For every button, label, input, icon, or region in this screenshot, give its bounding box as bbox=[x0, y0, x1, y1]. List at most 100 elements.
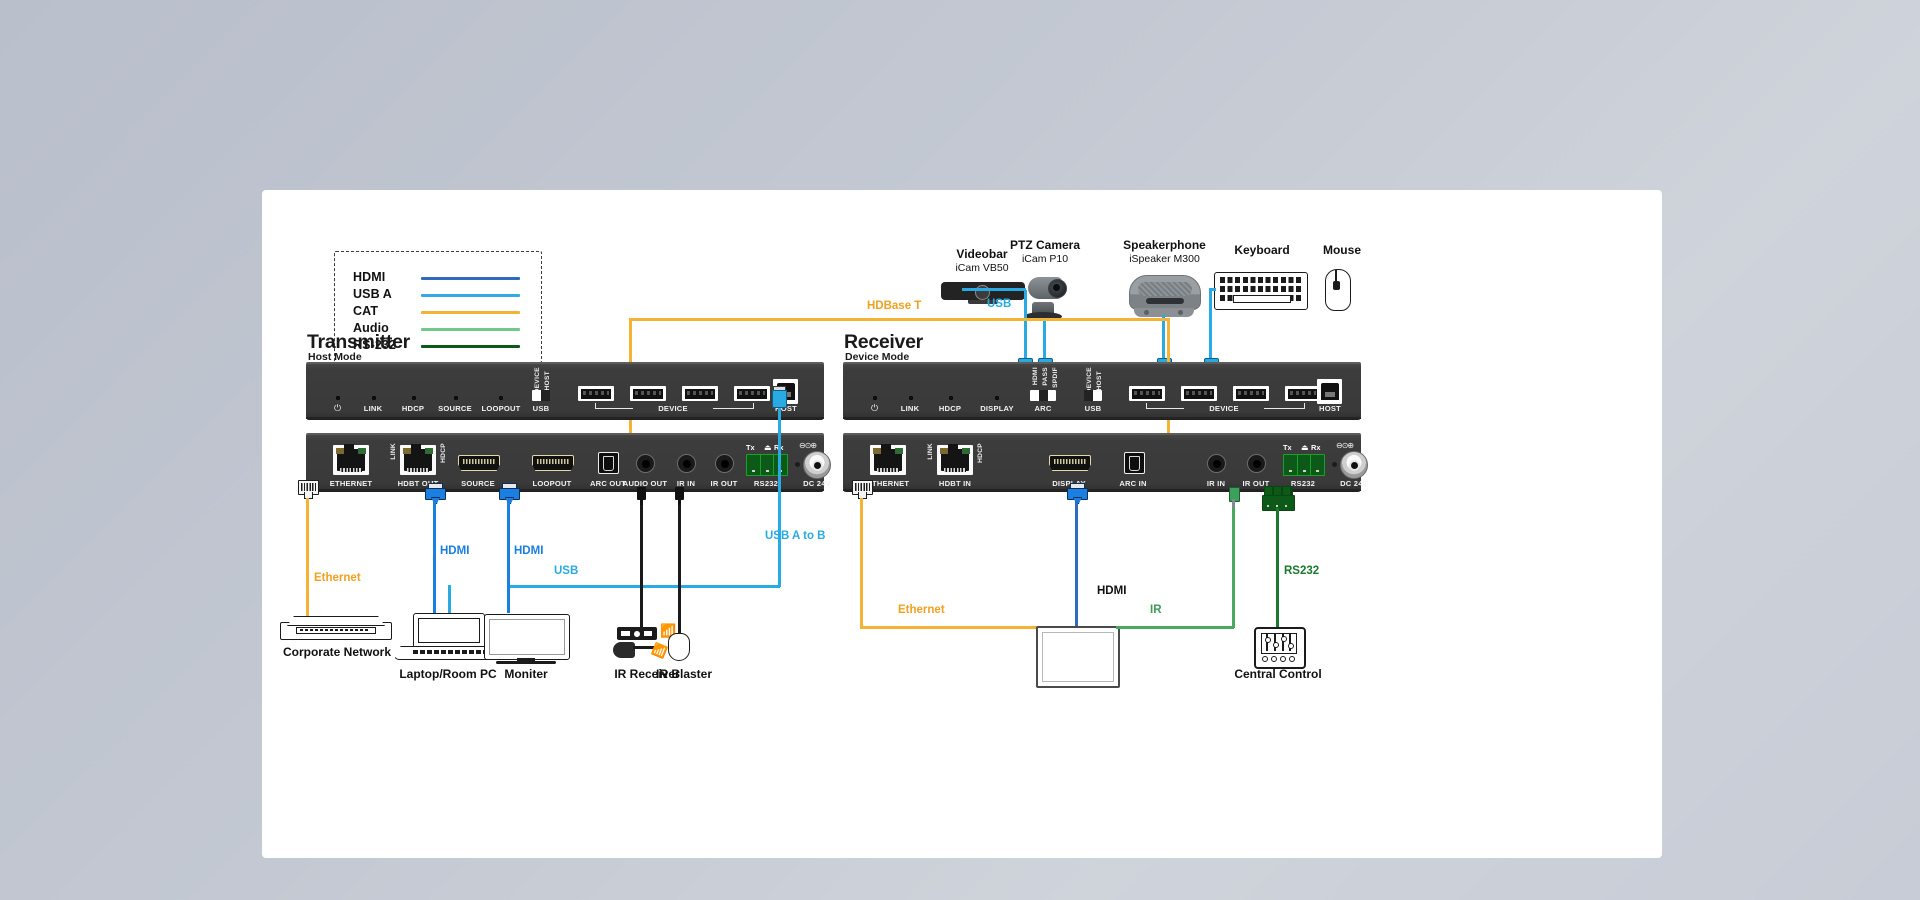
rx-hdbt-in-port[interactable] bbox=[937, 444, 973, 475]
ir-cable-v bbox=[1232, 508, 1235, 628]
rx-led-link-label: LINK bbox=[900, 404, 920, 413]
ethernet-cable-rx-v bbox=[860, 498, 863, 628]
rx-ir-in-port[interactable] bbox=[1207, 454, 1226, 473]
tx-led-link-label: LINK bbox=[363, 404, 383, 413]
rs232-label: RS232 bbox=[1284, 565, 1320, 577]
ir-blaster-label: IR Blaster bbox=[655, 667, 713, 681]
videobar-icon bbox=[941, 282, 1025, 300]
tx-hdbt-out-port[interactable] bbox=[400, 444, 436, 475]
rx-arc-in-label: ARC IN bbox=[1119, 479, 1147, 488]
usb-a-to-b-horizontal bbox=[510, 585, 780, 588]
tx-ir-in-port[interactable] bbox=[677, 454, 696, 473]
tx-usb-mode-switch[interactable] bbox=[532, 390, 550, 401]
usb-a-to-b-label: USB A to B bbox=[765, 530, 826, 542]
legend-swatch-rs232 bbox=[421, 345, 520, 348]
tx-source-port[interactable] bbox=[458, 455, 500, 471]
transmitter-front-panel: ⏻ LINK HDCP SOURCE LOOPOUT DEVICE HOST U… bbox=[306, 362, 824, 419]
rx-ethernet-port[interactable] bbox=[870, 444, 906, 475]
diagram-canvas: HDMI USB A CAT Audio RS-232 Videobar iCa… bbox=[262, 190, 1662, 858]
rx-usb-device-port-2[interactable] bbox=[1181, 386, 1217, 401]
mouse-icon bbox=[1325, 269, 1351, 311]
tx-rs232-tx-label: Tx bbox=[746, 443, 755, 452]
hdmi-source-label: HDMI bbox=[440, 545, 470, 557]
rx-dc-port[interactable] bbox=[1340, 451, 1368, 479]
hdmi-plug-loopout bbox=[499, 483, 520, 504]
tx-usb-device-port-3[interactable] bbox=[682, 386, 718, 401]
rx-arc-switch-label: ARC bbox=[1034, 404, 1052, 413]
tx-ir-out-port[interactable] bbox=[715, 454, 734, 473]
tx-usb-switch-host-label: HOST bbox=[544, 371, 551, 391]
diagram-card: HDMI USB A CAT Audio RS-232 Videobar iCa… bbox=[262, 190, 1662, 858]
transmitter-rear-panel: ETHERNET LINK HDCP HDBT OUT SOURCE LOOPO… bbox=[306, 433, 831, 491]
rx-usb-host-port[interactable] bbox=[1317, 379, 1342, 404]
rx-arc-mode-switch[interactable] bbox=[1030, 390, 1056, 401]
network-switch-icon bbox=[280, 616, 392, 640]
usb-cable-keyboard-h bbox=[1209, 288, 1216, 291]
rx-led-display-label: DISPLAY bbox=[980, 404, 1014, 413]
corporate-network-label: Corporate Network bbox=[282, 645, 392, 659]
hdmi-display-label: HDMI bbox=[1097, 585, 1127, 597]
rx-rs232-tx-label: Tx bbox=[1283, 443, 1292, 452]
rx-arc-in-port[interactable] bbox=[1124, 452, 1145, 474]
tx-rs232-label: RS232 bbox=[753, 479, 779, 488]
usb-cable-videobar-v bbox=[1024, 290, 1027, 360]
ir-blaster-waves-icon: 📶 bbox=[649, 641, 670, 661]
tx-dc-port[interactable] bbox=[803, 451, 831, 479]
tx-usb-device-port-1[interactable] bbox=[578, 386, 614, 401]
peripheral-name-ptz: PTZ Camera bbox=[1009, 238, 1081, 252]
tx-usb-device-port-2[interactable] bbox=[630, 386, 666, 401]
rx-rs232-port[interactable] bbox=[1283, 454, 1325, 476]
rx-usb-device-port-3[interactable] bbox=[1233, 386, 1269, 401]
rx-ir-out-port[interactable] bbox=[1247, 454, 1266, 473]
legend-label: CAT bbox=[353, 304, 379, 318]
rx-arc-switch-spdif-label: SPDIF bbox=[1052, 367, 1059, 388]
power-icon: ⏻ bbox=[871, 403, 879, 413]
monitor-icon bbox=[484, 614, 570, 660]
hdmi-cable-source bbox=[433, 501, 436, 613]
rx-arc-switch-hdmi-label: HDMI bbox=[1032, 367, 1039, 386]
dc-polarity-icon: ⊖⊙⊕ bbox=[799, 441, 817, 450]
hdmi-cable-loopout bbox=[507, 501, 510, 613]
legend-label: HDMI bbox=[353, 270, 386, 284]
rx-hdbt-in-label: HDBT IN bbox=[938, 479, 972, 488]
legend-swatch-usb-a bbox=[421, 294, 520, 297]
ptz-camera-icon bbox=[1026, 275, 1067, 305]
rx-usb-switch-host-label: HOST bbox=[1096, 371, 1103, 391]
legend-swatch-hdmi bbox=[421, 277, 520, 280]
rx-rs232-rx-label: Rx bbox=[1311, 443, 1321, 452]
tx-ethernet-port[interactable] bbox=[333, 444, 369, 475]
tx-usb-device-port-4[interactable] bbox=[734, 386, 770, 401]
hdmi-cable-display bbox=[1075, 501, 1078, 626]
rx-rs232-ground-icon: ⏏ bbox=[1301, 443, 1309, 452]
tx-audio-out-port[interactable] bbox=[636, 454, 655, 473]
rx-display-port[interactable] bbox=[1049, 455, 1091, 471]
legend-label: USB A bbox=[353, 287, 392, 301]
rx-usb-mode-switch[interactable] bbox=[1084, 390, 1102, 401]
display-tv-icon bbox=[1036, 626, 1120, 688]
receiver-rear-panel: ETHERNET LINK HDCP HDBT IN DISPLAY ARC I… bbox=[843, 433, 1368, 491]
ir-out-plug-rx bbox=[1229, 487, 1240, 509]
rx-usb-device-port-1[interactable] bbox=[1129, 386, 1165, 401]
tx-ethernet-label: ETHERNET bbox=[329, 479, 373, 488]
rx-usb-device-port-4[interactable] bbox=[1285, 386, 1321, 401]
tx-loopout-port[interactable] bbox=[532, 455, 574, 471]
peripheral-model-speakerphone: iSpeaker M300 bbox=[1129, 253, 1200, 265]
ir-receiver-icon bbox=[617, 627, 657, 640]
peripheral-name-speakerphone: Speakerphone bbox=[1123, 238, 1206, 252]
hdmi-loopout-label: HDMI bbox=[514, 545, 544, 557]
hdmi-plug-source bbox=[425, 483, 446, 504]
usb-cable-speakerphone bbox=[1162, 315, 1165, 360]
legend-swatch-cat bbox=[421, 311, 520, 314]
usb-a-to-b-vertical bbox=[778, 403, 781, 587]
tx-hdbt-hdcp-label: HDCP bbox=[440, 443, 447, 463]
usb-cable-laptop-v bbox=[448, 585, 451, 613]
ethernet-rx-label: Ethernet bbox=[898, 604, 945, 616]
receiver-front-panel: ⏻ LINK HDCP DISPLAY HDMI PASS SPDIF ARC … bbox=[843, 362, 1361, 419]
legend-swatch-audio bbox=[421, 328, 520, 331]
tx-arc-out-port[interactable] bbox=[598, 452, 619, 474]
tx-usb-device-group-label: DEVICE bbox=[633, 404, 713, 413]
phoenix-plug-rs232 bbox=[1262, 486, 1295, 511]
rx-usb-switch-label: USB bbox=[1084, 404, 1102, 413]
ir-cable-h bbox=[1116, 626, 1234, 629]
tx-rs232-port[interactable] bbox=[746, 454, 788, 476]
